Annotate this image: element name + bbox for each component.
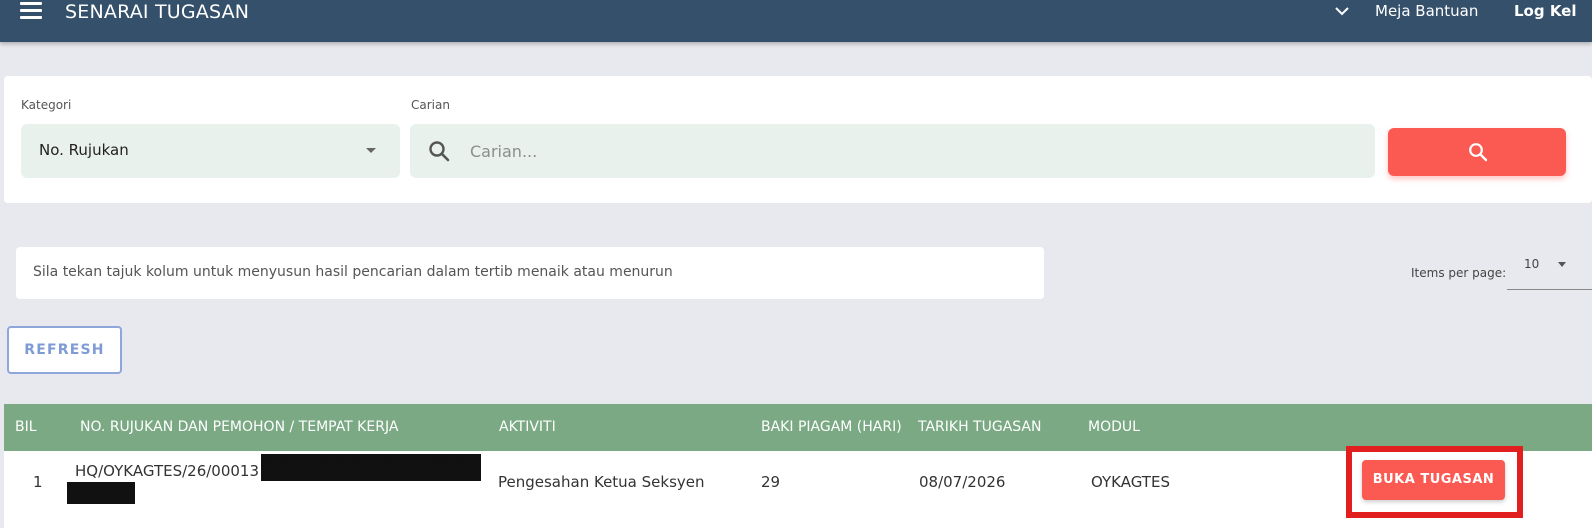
column-header-module[interactable]: MODUL (1088, 419, 1140, 435)
hamburger-menu-icon[interactable] (20, 2, 42, 20)
caret-down-icon (1558, 262, 1566, 267)
filter-card: Kategori Carian No. Rujukan (4, 76, 1592, 203)
search-button[interactable] (1388, 128, 1566, 176)
category-label: Kategori (21, 98, 72, 112)
help-desk-link[interactable]: Meja Bantuan (1375, 2, 1478, 20)
column-header-bil[interactable]: BIL (15, 419, 37, 435)
category-select[interactable]: No. Rujukan (21, 124, 400, 178)
cell-module: OYKAGTES (1091, 473, 1170, 491)
items-per-page-label: Items per page: (1411, 266, 1507, 280)
refresh-button[interactable]: REFRESH (7, 326, 122, 374)
cell-activity: Pengesahan Ketua Seksyen (498, 473, 705, 491)
highlight-box: BUKA TUGASAN (1346, 446, 1523, 518)
cell-bil: 1 (33, 473, 43, 491)
top-app-bar: SENARAI TUGASAN Meja Bantuan Log Kel (0, 0, 1592, 42)
open-task-button[interactable]: BUKA TUGASAN (1362, 460, 1505, 500)
caret-down-icon (366, 148, 376, 153)
cell-task-date: 08/07/2026 (919, 473, 1006, 491)
table-header: BIL NO. RUJUKAN DAN PEMOHON / TEMPAT KER… (4, 404, 1592, 451)
items-per-page-select[interactable]: 10 (1507, 250, 1592, 290)
search-input[interactable] (470, 138, 1350, 164)
column-header-activity[interactable]: AKTIVITI (499, 419, 556, 435)
page-title: SENARAI TUGASAN (65, 1, 250, 23)
column-header-charter-balance[interactable]: BAKI PIAGAM (HARI) (761, 419, 902, 435)
logout-link[interactable]: Log Kel (1514, 2, 1577, 20)
cell-charter-balance: 29 (761, 473, 781, 491)
category-select-value: No. Rujukan (39, 141, 129, 159)
chevron-down-icon[interactable] (1334, 4, 1350, 18)
search-icon (1469, 143, 1488, 162)
search-label: Carian (411, 98, 450, 112)
search-field[interactable] (410, 124, 1375, 178)
column-header-task-date[interactable]: TARIKH TUGASAN (918, 419, 1041, 435)
column-header-reference[interactable]: NO. RUJUKAN DAN PEMOHON / TEMPAT KERJA (80, 419, 398, 435)
sort-info-banner: Sila tekan tajuk kolum untuk menyusun ha… (16, 247, 1044, 299)
cell-reference-number: HQ/OYKAGTES/26/00013 (75, 462, 260, 480)
table-row: 1 HQ/OYKAGTES/26/00013 NOR KAMISAH BINTI… (4, 446, 1592, 528)
redacted-applicant-name-cont: HAMID (67, 482, 135, 504)
redacted-applicant-name: NOR KAMISAH BINTI ABDUL (261, 454, 481, 481)
sort-info-text: Sila tekan tajuk kolum untuk menyusun ha… (33, 264, 673, 280)
items-per-page-value: 10 (1524, 257, 1540, 271)
search-icon (429, 141, 450, 162)
